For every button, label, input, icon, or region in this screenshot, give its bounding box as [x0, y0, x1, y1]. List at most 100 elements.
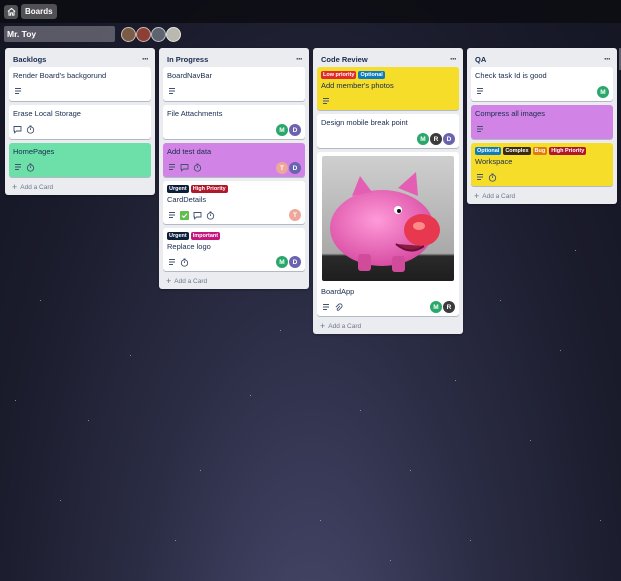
avatar[interactable]: D [289, 124, 301, 136]
member-avatar[interactable] [151, 26, 166, 42]
plus-icon: + [166, 276, 172, 286]
card-title: Design mobile break point [321, 118, 408, 127]
stopwatch-icon [193, 163, 202, 172]
card[interactable]: Optional Complex Bug High Priority Works… [471, 143, 613, 186]
label-complex: Complex [503, 147, 531, 155]
avatar[interactable]: T [289, 209, 301, 221]
label-low-priority: Low priority [321, 71, 357, 79]
card-title: Add test data [167, 147, 212, 156]
list-backlogs: Backlogs ··· Render Board's backgorund E… [5, 48, 155, 195]
list-menu-icon[interactable]: ··· [296, 55, 303, 64]
description-icon [167, 211, 176, 220]
description-icon [167, 163, 176, 172]
avatar[interactable]: M [417, 133, 429, 145]
avatar[interactable]: T [276, 162, 288, 174]
add-card-label: Add a Card [482, 192, 516, 200]
description-icon [167, 87, 176, 96]
card[interactable]: HomePages [9, 143, 151, 177]
list-menu-icon[interactable]: ··· [604, 55, 611, 64]
home-button[interactable] [4, 4, 18, 19]
card[interactable]: Check task Id is good M [471, 67, 613, 101]
avatar[interactable]: R [443, 301, 455, 313]
avatar[interactable]: D [289, 256, 301, 268]
card-title: CardDetails [167, 195, 207, 204]
label-urgent: Urgent [167, 185, 189, 193]
avatar[interactable]: D [289, 162, 301, 174]
stopwatch-icon [26, 125, 35, 134]
plus-icon: + [12, 182, 18, 192]
avatar[interactable]: R [430, 133, 442, 145]
list-title: In Progress [167, 54, 209, 64]
label-high-priority: High Priority [190, 185, 228, 193]
avatar[interactable]: M [430, 301, 442, 313]
stopwatch-icon [488, 173, 497, 182]
card[interactable]: Add test data T D [163, 143, 305, 177]
description-icon [475, 125, 484, 134]
card[interactable]: Urgent High Priority CardDetails T [163, 181, 305, 224]
avatar[interactable]: M [276, 124, 288, 136]
add-card-button[interactable]: + Add a Card [317, 320, 459, 332]
member-avatar[interactable] [136, 26, 151, 42]
card[interactable]: Design mobile break point M R D [317, 114, 459, 148]
avatar[interactable]: M [597, 86, 609, 98]
card[interactable]: Render Board's backgorund [9, 67, 151, 101]
card[interactable]: BoardNavBar [163, 67, 305, 101]
avatar[interactable]: M [276, 256, 288, 268]
add-card-label: Add a Card [328, 322, 362, 330]
label-optional: Optional [475, 147, 502, 155]
card[interactable]: BoardApp M R [317, 152, 459, 316]
label-urgent: Urgent [167, 232, 189, 240]
add-card-button[interactable]: + Add a Card [471, 190, 613, 202]
member-avatar[interactable] [121, 26, 136, 42]
avatar[interactable]: D [443, 133, 455, 145]
board-title-text: Mr. Toy [7, 29, 37, 39]
description-icon [475, 173, 484, 182]
list-code-review: Code Review ··· Low priority Optional Ad… [313, 48, 463, 334]
list-menu-icon[interactable]: ··· [450, 55, 457, 64]
card-title: BoardApp [321, 287, 355, 296]
card[interactable]: Compress all images [471, 105, 613, 139]
stopwatch-icon [26, 163, 35, 172]
card-title: Replace logo [167, 242, 211, 251]
label-high-priority: High Priority [549, 147, 587, 155]
description-icon [167, 258, 176, 267]
member-avatar[interactable] [166, 26, 181, 42]
add-card-button[interactable]: + Add a Card [9, 181, 151, 193]
plus-icon: + [474, 191, 480, 201]
card-title: Render Board's backgorund [13, 71, 107, 80]
add-card-label: Add a Card [174, 277, 208, 285]
boards-button[interactable]: Boards [21, 4, 57, 19]
label-optional: Optional [358, 71, 385, 79]
attachment-icon [334, 302, 343, 312]
list-title: Code Review [321, 54, 368, 64]
stopwatch-icon [206, 211, 215, 220]
board-title-input[interactable]: Mr. Toy [4, 26, 115, 42]
board-header: Mr. Toy [0, 23, 621, 45]
card[interactable]: File Attachments M D [163, 105, 305, 139]
add-card-label: Add a Card [20, 183, 54, 191]
stopwatch-icon [180, 258, 189, 267]
card-title: HomePages [13, 147, 55, 156]
label-important: Important [190, 232, 221, 240]
list-title: Backlogs [13, 54, 47, 64]
add-card-button[interactable]: + Add a Card [163, 275, 305, 287]
list-menu-icon[interactable]: ··· [142, 55, 149, 64]
description-icon [321, 97, 330, 106]
card-title: BoardNavBar [167, 71, 213, 80]
description-icon [13, 163, 22, 172]
comment-icon [180, 163, 189, 172]
card[interactable]: Erase Local Storage [9, 105, 151, 139]
top-nav-bar: Boards [0, 0, 621, 23]
checklist-complete-icon [180, 210, 189, 220]
card[interactable]: Low priority Optional Add member's photo… [317, 67, 459, 110]
plus-icon: + [320, 321, 326, 331]
card-title: Workspace [475, 157, 513, 166]
card-title: Check task Id is good [475, 71, 547, 80]
card-title: Add member's photos [321, 81, 394, 90]
card-title: Compress all images [475, 109, 546, 118]
list-qa: QA ··· Check task Id is good M Compress … [467, 48, 617, 204]
card-title: Erase Local Storage [13, 109, 81, 118]
comment-icon [13, 125, 22, 134]
board-members [121, 26, 181, 42]
card[interactable]: Urgent Important Replace logo M D [163, 228, 305, 271]
